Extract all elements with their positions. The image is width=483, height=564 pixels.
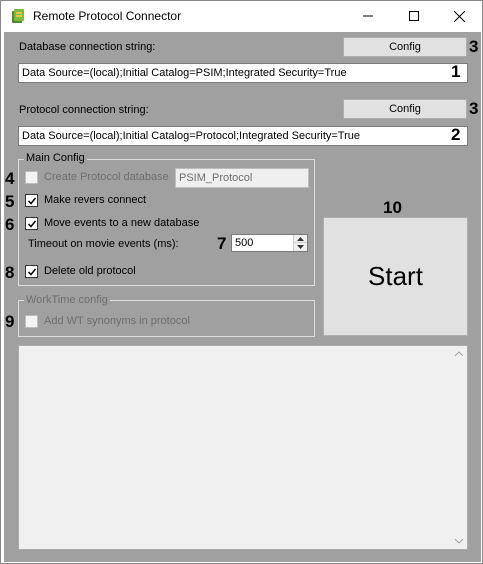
log-output[interactable] xyxy=(18,345,468,550)
checkmark-icon xyxy=(27,268,37,276)
annotation-8: 8 xyxy=(5,263,15,282)
db-config-button[interactable]: Config xyxy=(343,37,467,57)
log-scrollbar[interactable] xyxy=(451,346,467,549)
timeout-value: 500 xyxy=(235,237,254,249)
minimize-icon xyxy=(363,15,373,17)
title-bar: Remote Protocol Connector xyxy=(1,1,482,31)
stepper-up-button[interactable] xyxy=(294,235,307,243)
annotation-3b: 3 xyxy=(469,99,479,118)
annotation-10: 10 xyxy=(383,198,402,217)
annotation-5: 5 xyxy=(5,192,15,211)
app-window: Remote Protocol Connector Database conne… xyxy=(0,0,483,564)
window-title: Remote Protocol Connector xyxy=(33,9,182,23)
chevron-down-icon[interactable] xyxy=(455,539,463,544)
revers-connect-checkbox[interactable] xyxy=(25,194,38,207)
start-button[interactable]: Start xyxy=(323,217,468,336)
chevron-up-icon xyxy=(297,236,304,241)
main-config-title: Main Config xyxy=(24,152,87,164)
timeout-stepper[interactable]: 500 xyxy=(231,234,308,252)
timeout-label: Timeout on movie events (ms): xyxy=(28,238,179,250)
create-db-name-input[interactable]: PSIM_Protocol xyxy=(175,168,309,188)
maximize-button[interactable] xyxy=(391,1,437,31)
close-button[interactable] xyxy=(436,1,482,31)
client-area: Database connection string: Config 3 Dat… xyxy=(4,32,481,562)
annotation-6: 6 xyxy=(5,215,15,234)
move-events-label: Move events to a new database xyxy=(44,217,200,229)
chevron-up-icon[interactable] xyxy=(455,351,463,356)
annotation-1: 1 xyxy=(451,62,461,81)
worktime-config-title: WorkTime config xyxy=(24,294,110,306)
checkmark-icon xyxy=(27,220,37,228)
create-db-label: Create Protocol database xyxy=(44,171,169,183)
chevron-down-icon xyxy=(297,245,304,249)
stepper-down-button[interactable] xyxy=(294,243,307,251)
close-icon xyxy=(453,10,465,22)
annotation-4: 4 xyxy=(5,169,15,188)
annotation-2: 2 xyxy=(451,125,461,144)
protocol-config-button[interactable]: Config xyxy=(343,99,467,119)
annotation-7: 7 xyxy=(217,234,227,253)
create-db-checkbox[interactable] xyxy=(25,171,38,184)
minimize-button[interactable] xyxy=(345,1,391,31)
wt-synonyms-checkbox[interactable] xyxy=(25,315,38,328)
move-events-checkbox[interactable] xyxy=(25,217,38,230)
db-connection-input[interactable]: Data Source=(local);Initial Catalog=PSIM… xyxy=(18,63,468,83)
app-icon xyxy=(12,9,24,23)
checkmark-icon xyxy=(27,197,37,205)
annotation-3a: 3 xyxy=(469,37,479,56)
stepper-arrows xyxy=(293,235,307,251)
revers-connect-label: Make revers connect xyxy=(44,194,147,206)
protocol-connection-input[interactable]: Data Source=(local);Initial Catalog=Prot… xyxy=(18,126,468,146)
delete-old-checkbox[interactable] xyxy=(25,265,38,278)
delete-old-label: Delete old protocol xyxy=(44,265,136,277)
wt-synonyms-label: Add WT synonyms in protocol xyxy=(44,315,190,327)
annotation-9: 9 xyxy=(5,312,15,331)
maximize-icon xyxy=(409,11,419,21)
db-connection-label: Database connection string: xyxy=(19,41,156,53)
protocol-connection-label: Protocol connection string: xyxy=(19,104,149,116)
